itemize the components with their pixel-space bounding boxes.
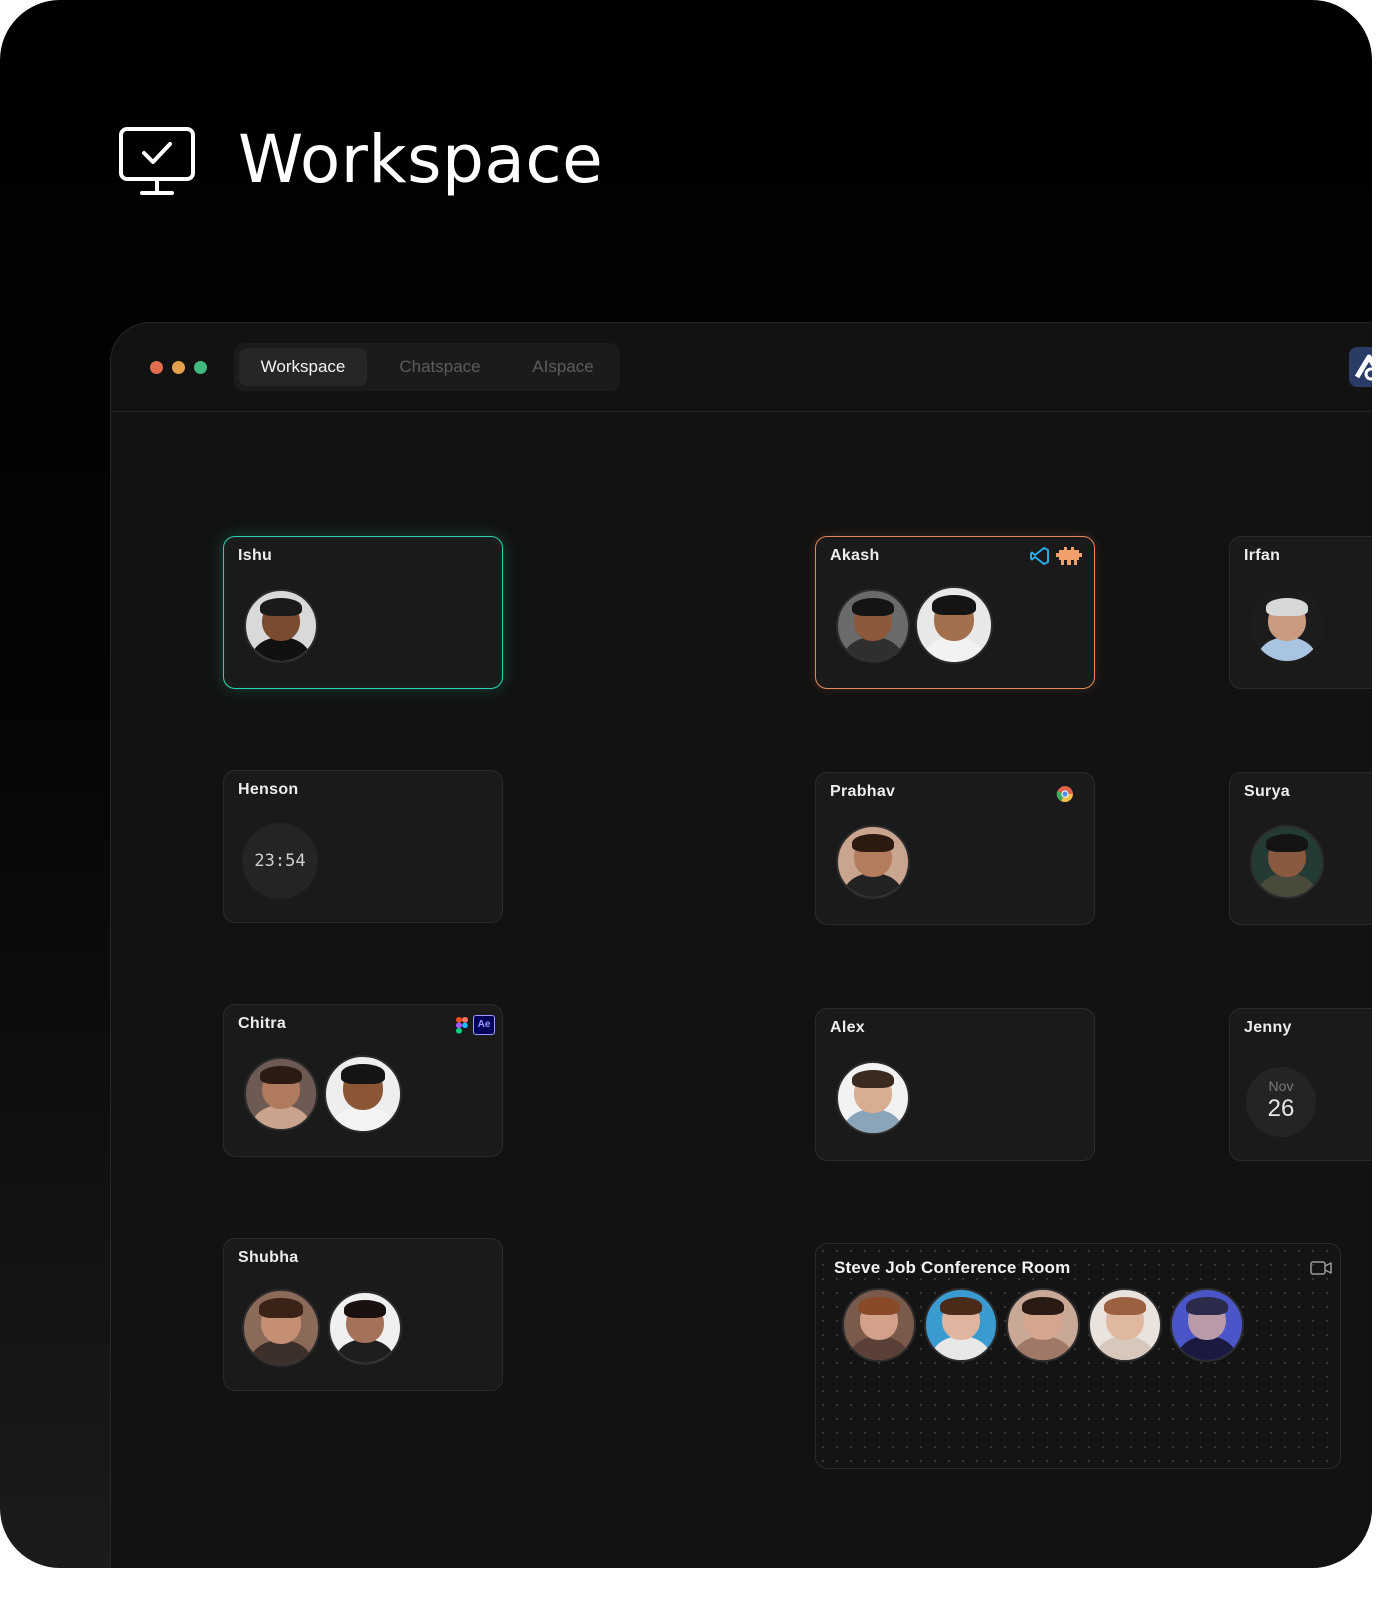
figma-icon: [456, 1017, 468, 1034]
maximize-window-dot[interactable]: [194, 361, 207, 374]
app-logo-icon[interactable]: [1349, 347, 1372, 387]
room-title: Steve Job Conference Room: [834, 1258, 1071, 1277]
member-name: Jenny: [1244, 1019, 1292, 1036]
member-card-jenny[interactable]: Jenny Nov 26: [1229, 1008, 1372, 1161]
member-card-ishu[interactable]: Ishu: [223, 536, 503, 689]
date-badge: Nov 26: [1246, 1067, 1316, 1137]
monitor-check-icon: [119, 127, 195, 195]
member-name: Alex: [830, 1019, 865, 1036]
member-card-chitra[interactable]: Chitra Ae: [223, 1004, 503, 1157]
tab-aispace[interactable]: AIspace: [510, 348, 616, 386]
avatar: [915, 586, 993, 664]
avatar: [1170, 1288, 1244, 1362]
video-camera-icon[interactable]: [1310, 1261, 1332, 1275]
close-window-dot[interactable]: [150, 361, 163, 374]
date-day: 26: [1267, 1095, 1295, 1122]
date-month: Nov: [1268, 1078, 1294, 1094]
avatar: [242, 1289, 320, 1367]
minimize-window-dot[interactable]: [172, 361, 185, 374]
member-name: Henson: [238, 781, 299, 798]
avatar: [1088, 1288, 1162, 1362]
avatar: [836, 589, 910, 663]
clock-display: 23:54: [242, 823, 318, 899]
member-name: Prabhav: [830, 783, 896, 800]
member-card-alex[interactable]: Alex: [815, 1008, 1095, 1161]
member-card-surya[interactable]: Surya: [1229, 772, 1372, 925]
conference-room-card[interactable]: Steve Job Conference Room: [815, 1243, 1341, 1469]
member-name: Irfan: [1244, 547, 1281, 564]
avatar: [1250, 589, 1324, 663]
workspace-showcase: Workspace Workspace Chatspace AIspace Is…: [0, 0, 1372, 1568]
avatar: [1006, 1288, 1080, 1362]
member-name: Ishu: [238, 547, 273, 564]
member-card-akash[interactable]: Akash: [815, 536, 1095, 689]
avatar: [324, 1055, 402, 1133]
chrome-icon: [1056, 786, 1073, 803]
after-effects-icon: Ae: [473, 1015, 495, 1035]
member-name: Akash: [830, 547, 880, 564]
tab-workspace[interactable]: Workspace: [239, 348, 367, 386]
member-name: Shubha: [238, 1249, 299, 1266]
avatar: [328, 1291, 402, 1365]
avatar: [836, 825, 910, 899]
page-title: Workspace: [238, 121, 604, 198]
tab-bar: Workspace Chatspace AIspace: [234, 343, 620, 391]
ghost-app-icon: [1056, 547, 1082, 565]
app-window: Workspace Chatspace AIspace Ishu Henson …: [110, 322, 1372, 1568]
avatar: [1250, 825, 1324, 899]
avatar: [244, 1057, 318, 1131]
tab-chatspace[interactable]: Chatspace: [380, 348, 500, 386]
avatar: [924, 1288, 998, 1362]
avatar: [836, 1061, 910, 1135]
avatar: [842, 1288, 916, 1362]
member-card-henson[interactable]: Henson 23:54: [223, 770, 503, 923]
member-name: Surya: [1244, 783, 1290, 800]
member-card-prabhav[interactable]: Prabhav: [815, 772, 1095, 925]
member-card-irfan[interactable]: Irfan: [1229, 536, 1372, 689]
avatar: [244, 589, 318, 663]
member-name: Chitra: [238, 1015, 287, 1032]
member-card-shubha[interactable]: Shubha: [223, 1238, 503, 1391]
window-titlebar: Workspace Chatspace AIspace: [111, 323, 1372, 412]
vscode-icon: [1030, 547, 1049, 565]
